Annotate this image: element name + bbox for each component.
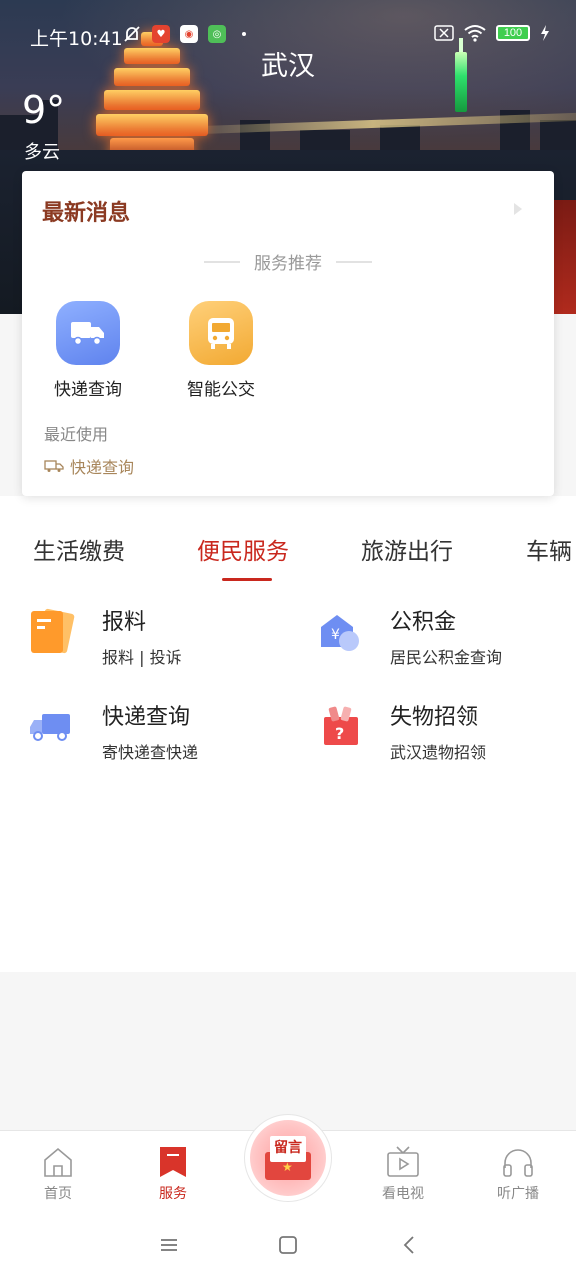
alarm-off-icon (124, 26, 140, 42)
nav-home[interactable]: 首页 (18, 1145, 98, 1203)
menu-icon[interactable] (154, 1232, 184, 1258)
nav-label: 首页 (44, 1186, 72, 1202)
tab-vehicles[interactable]: 车辆 (526, 532, 572, 566)
quick-service-bus[interactable]: 智能公交 (176, 301, 266, 400)
service-report[interactable]: 报料 报料 | 投诉 (26, 604, 182, 668)
report-icon (26, 606, 76, 656)
wifi-icon (464, 25, 486, 42)
svg-text:¥: ¥ (331, 627, 340, 643)
back-icon[interactable] (394, 1232, 424, 1258)
message-label: 留言 (270, 1136, 306, 1162)
category-tabs: 生活缴费 便民服务 旅游出行 车辆 (0, 518, 576, 588)
service-name: 快递查询 (102, 705, 191, 730)
service-desc: 居民公积金查询 (390, 648, 503, 667)
quick-service-express[interactable]: 快递查询 (43, 301, 133, 400)
news-card: 最新消息 服务推荐 快递查询 智能公交 最近使用 快递查询 (22, 171, 554, 496)
service-desc: 寄快递查快递 (102, 743, 199, 762)
lost-found-icon: ? (314, 701, 364, 751)
recent-use-item[interactable]: 快递查询 (44, 454, 134, 478)
chevron-right-icon[interactable] (514, 203, 522, 215)
service-housing-fund[interactable]: ¥ 公积金 居民公积金查询 (314, 604, 502, 668)
latest-news-title[interactable]: 最新消息 (42, 195, 130, 227)
service-name: 公积金 (390, 610, 457, 635)
home-square-icon[interactable] (273, 1232, 303, 1258)
sim-off-icon (434, 25, 454, 41)
notification-android-icon: ◎ (208, 25, 226, 43)
nav-label: 服务 (159, 1186, 187, 1202)
service-recommend-label: 服务推荐 (254, 254, 322, 274)
nav-tv[interactable]: 看电视 (363, 1145, 443, 1203)
notification-weibo-icon: ◉ (180, 25, 198, 43)
message-button[interactable]: 留言 ★ (250, 1120, 326, 1196)
battery-indicator: 100 (496, 25, 530, 41)
weather-temperature: 9° (22, 88, 66, 132)
nav-label: 看电视 (382, 1186, 424, 1202)
quick-service-label: 智能公交 (187, 380, 255, 400)
tab-travel[interactable]: 旅游出行 (361, 532, 453, 566)
truck-outline-icon (44, 460, 64, 472)
service-recommend-header: 服务推荐 (22, 249, 554, 274)
bookmark-icon (156, 1145, 190, 1179)
city-name[interactable]: 武汉 (0, 44, 576, 83)
service-express[interactable]: 快递查询 寄快递查快递 (26, 699, 198, 763)
nav-service[interactable]: 服务 (133, 1145, 213, 1203)
weather-description: 多云 (24, 142, 60, 163)
service-desc: 武汉遗物招领 (390, 743, 487, 762)
message-envelope-icon: 留言 ★ (265, 1136, 311, 1180)
bus-icon (189, 301, 253, 365)
recent-use-item-label: 快递查询 (70, 458, 135, 477)
system-nav-bar (0, 1210, 576, 1280)
recent-use-label: 最近使用 (44, 425, 109, 444)
service-lost-found[interactable]: ? 失物招领 武汉遗物招领 (314, 699, 486, 763)
nav-radio[interactable]: 听广播 (478, 1145, 558, 1203)
tv-icon (386, 1145, 420, 1179)
service-name: 报料 (102, 610, 147, 635)
charging-icon (541, 25, 549, 41)
housing-fund-icon: ¥ (314, 606, 364, 656)
service-desc: 报料 | 投诉 (102, 648, 182, 667)
service-name: 失物招领 (390, 705, 479, 730)
quick-service-label: 快递查询 (54, 380, 122, 400)
svg-text:?: ? (335, 724, 344, 743)
notification-app-icon: ♥ (152, 25, 170, 43)
truck-icon (56, 301, 120, 365)
truck-icon (26, 701, 76, 751)
nav-label: 听广播 (497, 1186, 539, 1202)
tab-life-payment[interactable]: 生活缴费 (33, 532, 125, 566)
home-icon (41, 1145, 75, 1179)
active-tab-indicator (222, 578, 272, 581)
tab-convenience-service[interactable]: 便民服务 (197, 532, 289, 566)
headphones-icon (501, 1145, 535, 1179)
